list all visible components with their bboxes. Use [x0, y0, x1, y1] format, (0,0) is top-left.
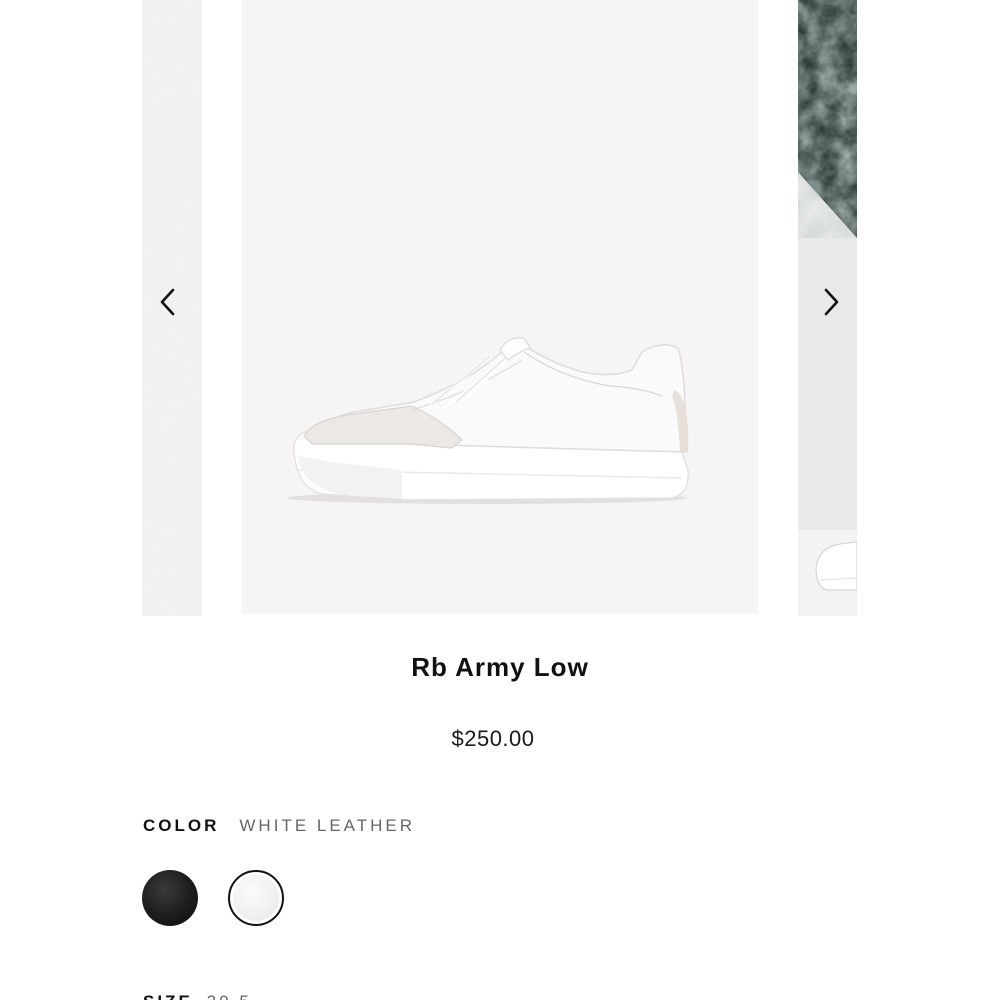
image-carousel[interactable]	[0, 0, 1000, 616]
selected-size-value: 39.5	[207, 992, 252, 1000]
size-selector-header: SIZE 39.5	[143, 992, 252, 1000]
color-swatch-black[interactable]	[142, 870, 198, 926]
selected-color-value: WHITE LEATHER	[239, 816, 416, 835]
product-page: Rb Army Low $250.00 COLOR WHITE LEATHER …	[0, 0, 1000, 1000]
color-swatch-white-fill	[233, 875, 279, 921]
carousel-prev-button[interactable]	[150, 284, 186, 320]
chevron-left-icon	[160, 288, 175, 316]
color-swatch-white[interactable]	[228, 870, 284, 926]
carousel-slide-current[interactable]	[242, 0, 758, 614]
product-price: $250.00	[451, 726, 535, 751]
product-title: Rb Army Low	[411, 652, 589, 682]
color-label: COLOR	[143, 816, 220, 835]
size-label: SIZE	[143, 992, 193, 1000]
sneaker-product-image	[242, 0, 758, 614]
carousel-next-button[interactable]	[813, 284, 849, 320]
chevron-right-icon	[824, 288, 839, 316]
color-selector-header: COLOR WHITE LEATHER	[143, 816, 415, 836]
